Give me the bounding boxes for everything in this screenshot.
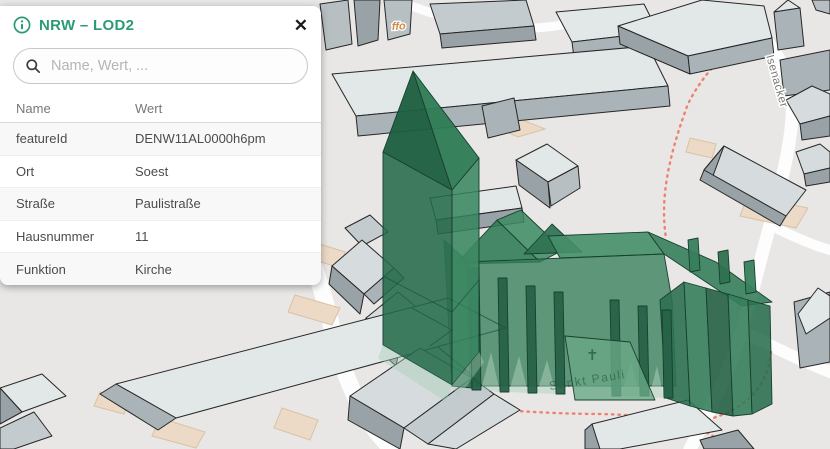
column-header-value: Wert (135, 101, 305, 116)
row-value: DENW11AL0000h6pm (135, 131, 305, 146)
attribute-table: featureId DENW11AL0000h6pm Ort Soest Str… (0, 123, 321, 285)
table-header: Name Wert (0, 94, 321, 123)
row-name: Ort (16, 164, 135, 179)
street-label-fragment: ffo (392, 20, 407, 33)
app-window: ffo (0, 0, 830, 449)
row-value: Soest (135, 164, 305, 179)
row-name: featureId (16, 131, 135, 146)
info-icon (13, 16, 31, 34)
feature-info-panel: NRW – LOD2 ✕ Name Wert featureId DENW11A… (0, 6, 321, 285)
row-name: Funktion (16, 262, 135, 277)
panel-header: NRW – LOD2 ✕ (0, 6, 321, 44)
row-name: Hausnummer (16, 229, 135, 244)
search-input[interactable] (49, 57, 296, 75)
table-row[interactable]: Hausnummer 11 (0, 221, 321, 254)
row-value: Paulistraße (135, 196, 305, 211)
panel-title: NRW – LOD2 (39, 17, 134, 34)
row-name: Straße (16, 196, 135, 211)
search-icon (25, 58, 41, 74)
column-header-name: Name (16, 101, 135, 116)
row-value: 11 (135, 229, 305, 244)
table-row[interactable]: Straße Paulistraße (0, 188, 321, 221)
church-cross-icon: ✝ (586, 347, 599, 364)
table-row[interactable]: Funktion Kirche (0, 253, 321, 285)
row-value: Kirche (135, 262, 305, 277)
close-icon[interactable]: ✕ (294, 17, 308, 34)
table-row[interactable]: Ort Soest (0, 156, 321, 189)
search-box[interactable] (13, 48, 308, 84)
table-row[interactable]: featureId DENW11AL0000h6pm (0, 123, 321, 156)
